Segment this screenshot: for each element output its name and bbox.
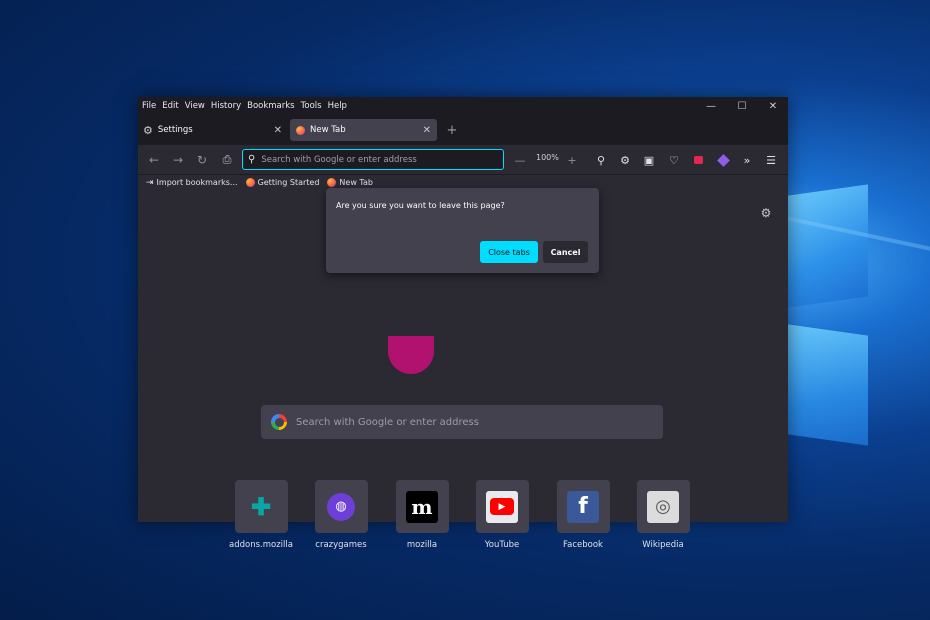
dialog-message: Are you sure you want to leave this page… — [336, 201, 505, 210]
browser-window: File Edit View History Bookmarks Tools H… — [138, 97, 788, 550]
menu-bar: File Edit View History Bookmarks Tools H… — [138, 97, 788, 115]
tab-label: New Tab — [310, 125, 346, 135]
site-tile: f — [556, 480, 610, 533]
site-label: Facebook — [563, 540, 603, 550]
screenshot-icon[interactable]: ▣ — [640, 151, 658, 169]
site-tile: ◎ — [636, 480, 690, 533]
youtube-icon: ▶ — [486, 490, 518, 523]
new-tab-button[interactable]: + — [443, 119, 461, 141]
bookmark-label: Import bookmarks... — [156, 178, 238, 187]
minimize-button[interactable]: — — [696, 97, 726, 115]
menu-edit[interactable]: Edit — [162, 101, 178, 111]
wikipedia-icon: ◎ — [647, 490, 679, 523]
menu-view[interactable]: View — [185, 101, 205, 111]
cancel-button[interactable]: Cancel — [543, 241, 588, 263]
reload-icon[interactable]: ↻ — [193, 151, 211, 169]
overflow-chevron-icon[interactable]: » — [738, 151, 756, 169]
gear-icon[interactable]: ⚙ — [616, 151, 634, 169]
import-icon: ⇥ — [146, 177, 154, 188]
menu-tools[interactable]: Tools — [301, 101, 322, 111]
crazygames-icon: ◍ — [327, 492, 355, 521]
search-icon[interactable]: ⚲ — [592, 151, 610, 169]
firefox-icon — [296, 125, 305, 135]
close-tab-icon[interactable]: ✕ — [423, 125, 431, 136]
windows-logo-decoration — [780, 180, 930, 480]
site-label: Wikipedia — [642, 540, 684, 550]
menu-help[interactable]: Help — [328, 101, 347, 111]
site-tile: m — [395, 480, 449, 533]
tab-settings[interactable]: ⚙ Settings ✕ — [143, 119, 288, 141]
bookmark-new-tab[interactable]: New Tab — [327, 178, 373, 187]
firefox-logo — [388, 336, 434, 374]
google-icon — [271, 414, 287, 430]
site-tile: ▶ — [475, 480, 529, 533]
site-label: crazygames — [315, 540, 367, 550]
bookmark-label: New Tab — [339, 178, 373, 187]
url-bar[interactable]: ⚲ Search with Google or enter address — [242, 149, 504, 170]
top-site-addons[interactable]: ✚ addons.mozilla — [226, 480, 296, 550]
menu-bookmarks[interactable]: Bookmarks — [247, 101, 295, 111]
mozilla-m-icon: m — [406, 490, 438, 523]
zoom-level[interactable]: 100% — [536, 153, 559, 162]
close-tabs-button[interactable]: Close tabs — [480, 241, 538, 263]
back-arrow-icon[interactable]: ← — [145, 151, 163, 169]
site-tile: ✚ — [234, 480, 288, 533]
top-site-mozilla[interactable]: m mozilla — [387, 480, 457, 550]
bookmark-getting-started[interactable]: Getting Started — [245, 178, 320, 187]
close-tab-icon[interactable]: ✕ — [274, 125, 282, 136]
zoom-out-icon[interactable]: — — [511, 151, 529, 169]
forward-arrow-icon[interactable]: → — [169, 151, 187, 169]
bookmark-label: Getting Started — [257, 178, 320, 187]
tab-bar: ⚙ Settings ✕ New Tab ✕ + — [138, 115, 788, 145]
firefox-icon — [327, 178, 337, 187]
search-input[interactable]: Search with Google or enter address — [261, 405, 663, 439]
customize-gear-icon[interactable]: ⚙ — [759, 206, 773, 220]
top-site-crazygames[interactable]: ◍ crazygames — [306, 480, 376, 550]
print-icon[interactable]: ⎙ — [218, 151, 236, 169]
close-window-button[interactable]: ✕ — [758, 97, 788, 115]
bookmark-import[interactable]: ⇥ Import bookmarks... — [146, 178, 238, 188]
navigation-toolbar: ← → ↻ ⎙ ⚲ Search with Google or enter ad… — [138, 145, 788, 175]
extension-purple-icon[interactable] — [714, 151, 732, 169]
zoom-in-icon[interactable]: + — [563, 151, 581, 169]
menu-history[interactable]: History — [211, 101, 241, 111]
puzzle-icon: ✚ — [250, 492, 272, 521]
tab-new-tab[interactable]: New Tab ✕ — [290, 119, 437, 141]
top-site-wikipedia[interactable]: ◎ Wikipedia — [628, 480, 698, 550]
firefox-icon — [245, 178, 255, 187]
site-tile: ◍ — [314, 480, 368, 533]
gear-icon: ⚙ — [143, 123, 153, 137]
tab-label: Settings — [157, 125, 193, 135]
site-label: mozilla — [406, 540, 438, 550]
search-placeholder: Search with Google or enter address — [296, 416, 479, 428]
site-label: YouTube — [484, 540, 520, 550]
site-label: addons.mozilla — [229, 540, 293, 550]
leave-page-dialog: Are you sure you want to leave this page… — [326, 188, 599, 273]
menu-file[interactable]: File — [142, 101, 156, 111]
hamburger-menu-icon[interactable]: ☰ — [762, 151, 780, 169]
extension-red-icon[interactable] — [689, 151, 707, 169]
url-placeholder: Search with Google or enter address — [261, 154, 417, 165]
facebook-icon: f — [567, 490, 599, 523]
pocket-icon[interactable]: ♡ — [665, 151, 683, 169]
search-icon: ⚲ — [248, 154, 256, 165]
top-site-youtube[interactable]: ▶ YouTube — [467, 480, 537, 550]
top-site-facebook[interactable]: f Facebook — [548, 480, 618, 550]
maximize-button[interactable]: ☐ — [727, 97, 757, 115]
